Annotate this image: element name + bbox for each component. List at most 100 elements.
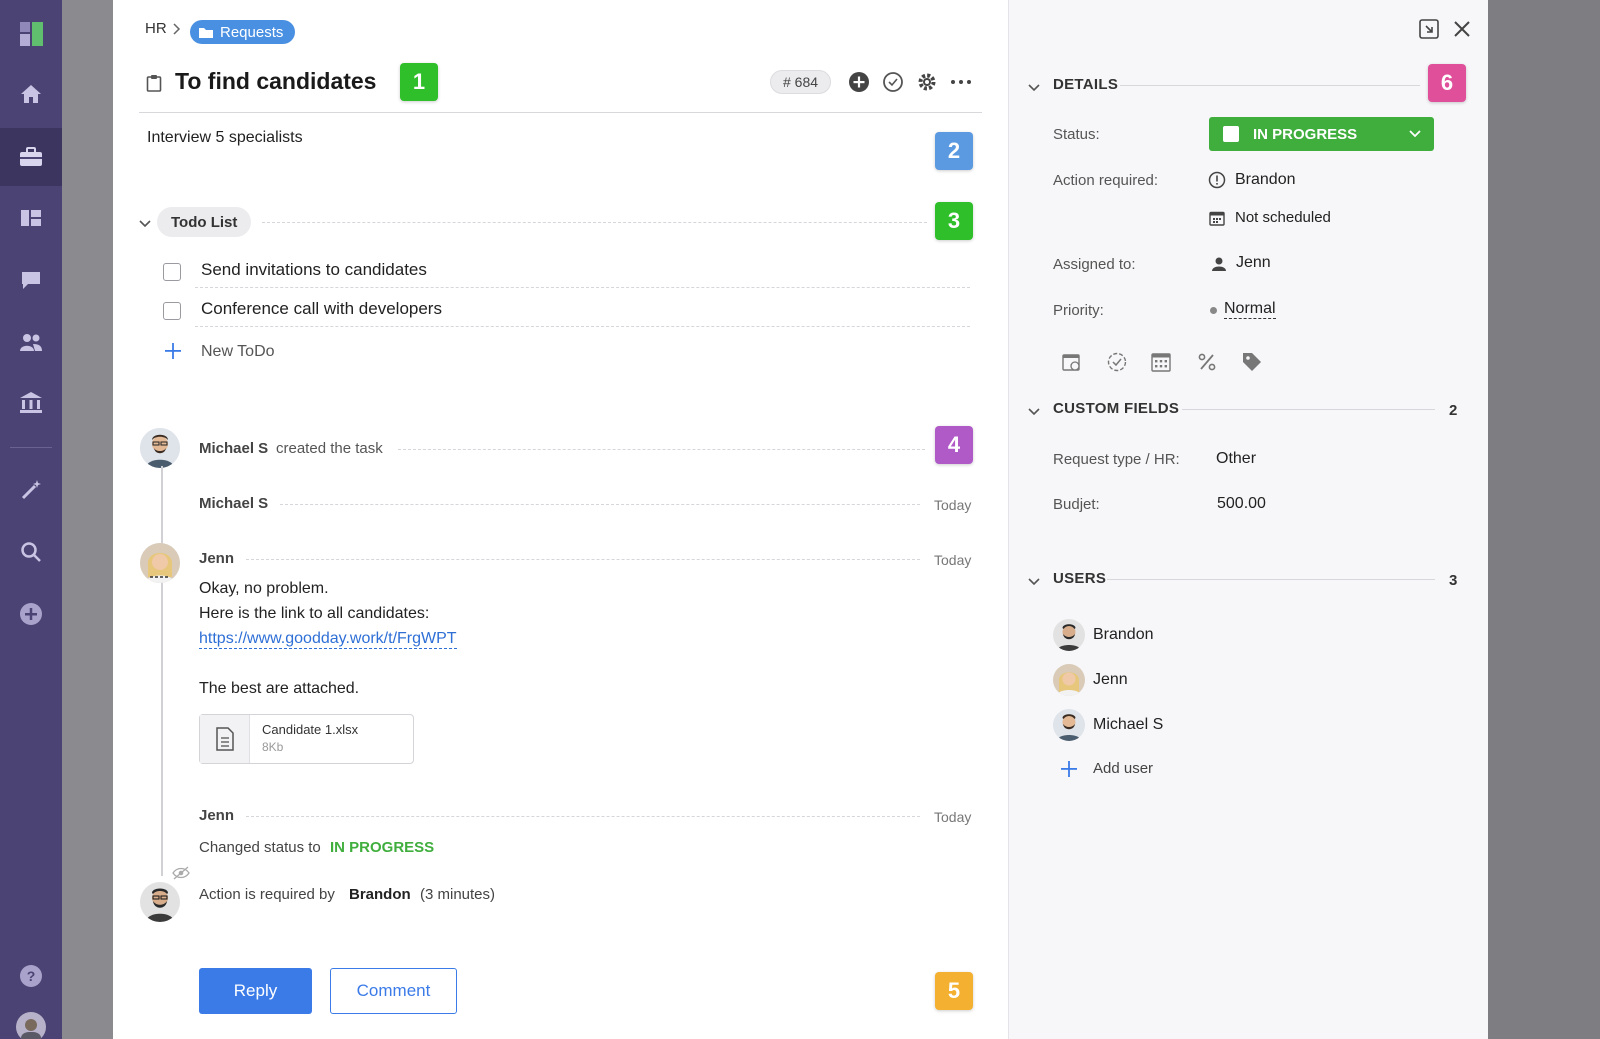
thread-line [161,466,163,876]
calendar-grid-icon[interactable] [1150,351,1172,378]
eye-hidden-icon[interactable] [172,866,190,885]
todo-checkbox[interactable] [163,302,181,320]
activity-entry-user[interactable]: Jenn [199,550,234,567]
details-divider [1120,85,1420,86]
todo-divider [195,326,970,327]
board-icon[interactable] [19,206,43,230]
magic-wand-icon[interactable] [19,478,43,502]
todo-header-divider [262,222,927,223]
new-todo-link[interactable]: New ToDo [201,343,275,361]
briefcase-icon[interactable] [19,145,43,169]
more-options-icon[interactable] [949,70,973,94]
activity-created-user[interactable]: Michael S [199,440,268,457]
schedule-value[interactable]: Not scheduled [1235,209,1331,226]
priority-dot-icon [1210,307,1217,314]
help-icon[interactable]: ? [19,964,43,988]
users-divider [1107,579,1435,580]
breadcrumb-parent[interactable]: HR [145,20,167,37]
file-size: 8Kb [262,740,284,754]
comment-button[interactable]: Comment [330,968,457,1014]
activity-entry-time: Today [934,809,972,825]
custom-fields-title[interactable]: CUSTOM FIELDS [1053,400,1179,417]
add-circle-icon[interactable] [847,70,871,94]
status-dropdown[interactable]: IN PROGRESS [1209,117,1434,151]
todo-item[interactable]: Conference call with developers [201,299,442,319]
todo-checkbox[interactable] [163,263,181,281]
action-required-user[interactable]: Brandon [349,886,411,903]
user-name[interactable]: Brandon [1093,626,1154,644]
reply-button[interactable]: Reply [199,968,312,1014]
status-value: IN PROGRESS [1253,125,1358,143]
home-icon[interactable] [19,82,43,106]
activity-entry-user[interactable]: Jenn [199,807,234,824]
task-title[interactable]: To find candidates [175,68,376,95]
activity-created-text: created the task [276,440,383,457]
calendar-icon [1209,210,1225,231]
activity-divider [398,449,925,450]
chat-icon[interactable] [19,268,43,292]
users-count: 3 [1449,572,1458,589]
user-icon [1211,256,1227,277]
plus-icon[interactable] [165,343,181,364]
activity-divider [246,816,920,817]
activity-divider [246,559,920,560]
action-required-duration: (3 minutes) [420,886,496,903]
left-nav: ? [0,0,62,1039]
add-user-link[interactable]: Add user [1093,760,1153,777]
tag-icon[interactable] [1241,351,1263,378]
app-logo-icon[interactable] [19,22,43,46]
avatar-michael [1053,709,1085,741]
close-icon[interactable] [1452,19,1472,44]
search-icon[interactable] [19,540,43,564]
users-title[interactable]: USERS [1053,570,1106,587]
priority-value[interactable]: Normal [1224,300,1276,319]
users-icon[interactable] [19,330,43,354]
badge-5: 5 [935,972,973,1010]
activity-entry-user[interactable]: Michael S [199,495,268,512]
plus-icon[interactable] [1061,761,1077,782]
todo-list-header[interactable]: Todo List [157,207,252,237]
chevron-down-icon[interactable] [138,216,152,234]
task-description[interactable]: Interview 5 specialists [147,129,303,147]
details-side-panel [1008,0,1488,1039]
request-type-value[interactable]: Other [1216,450,1256,468]
calendar-time-icon[interactable] [1061,351,1083,378]
user-avatar-icon[interactable] [16,1012,46,1039]
chevron-down-icon[interactable] [1027,574,1041,592]
activity-divider [280,504,920,505]
file-attachment[interactable]: Candidate 1.xlsx 8Kb [199,714,414,764]
task-number-pill[interactable]: # 684 [770,70,832,94]
bank-icon[interactable] [19,390,43,414]
activity-entry-time: Today [934,497,972,513]
status-change-value: IN PROGRESS [330,839,435,856]
priority-label: Priority: [1053,302,1104,319]
details-title[interactable]: DETAILS [1053,76,1118,93]
action-required-value[interactable]: Brandon [1235,171,1296,189]
breadcrumb-folder-pill[interactable]: Requests [190,20,296,44]
percent-icon[interactable] [1196,351,1218,378]
chevron-right-icon [172,20,182,40]
chevron-down-icon [1409,130,1421,138]
user-name[interactable]: Jenn [1093,671,1128,689]
avatar-brandon [1053,619,1085,651]
breadcrumb-current: Requests [220,23,284,41]
avatar-jenn [140,543,180,583]
avatar-jenn [1053,664,1085,696]
clock-check-icon[interactable] [881,70,905,94]
assigned-value[interactable]: Jenn [1236,254,1271,272]
badge-4: 4 [935,426,973,464]
add-circle-icon[interactable] [19,602,43,626]
message-text: Okay, no problem. [199,580,329,597]
task-main-panel [113,0,1008,1039]
budget-value[interactable]: 500.00 [1217,495,1266,513]
todo-item[interactable]: Send invitations to candidates [201,260,427,280]
assigned-label: Assigned to: [1053,256,1136,273]
message-link[interactable]: https://www.goodday.work/t/FrgWPT [199,630,457,649]
user-name[interactable]: Michael S [1093,716,1163,734]
progress-check-icon[interactable] [1106,351,1128,378]
chevron-down-icon[interactable] [1027,80,1041,98]
collapse-panel-icon[interactable] [1418,18,1440,45]
chevron-down-icon[interactable] [1027,404,1041,422]
gear-icon[interactable] [915,70,939,94]
action-required-text: Action is required by [199,886,335,903]
